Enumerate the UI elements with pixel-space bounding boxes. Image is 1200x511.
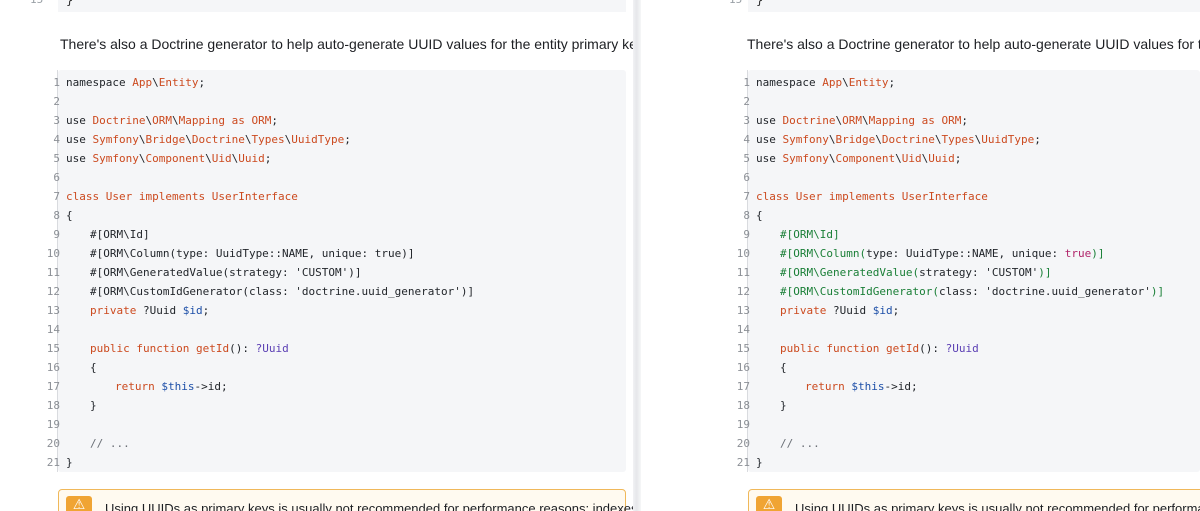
warning-text: Using UUIDs as primary keys is usually n… xyxy=(105,501,633,511)
line-number: 21 xyxy=(736,456,750,469)
line-number: 10 xyxy=(46,247,60,260)
line-number: 9 xyxy=(53,228,60,241)
line-number: 9 xyxy=(743,228,750,241)
line-number: 19 xyxy=(736,418,750,431)
code-line: use Doctrine\ORM\Mapping as ORM; xyxy=(66,114,278,127)
line-number: 16 xyxy=(736,361,750,374)
left-pane: 15 } There's also a Doctrine generator t… xyxy=(0,0,633,511)
code-line: { xyxy=(66,209,73,222)
line-number: 15 xyxy=(46,342,60,355)
line-number: 3 xyxy=(743,114,750,127)
warning-icon: ⚠ xyxy=(756,496,782,511)
code-line: private ?Uuid $id; xyxy=(90,304,210,317)
line-number: 17 xyxy=(736,380,750,393)
warning-text: Using UUIDs as primary keys is usually n… xyxy=(795,501,1200,511)
warning-callout: ⚠ Using UUIDs as primary keys is usually… xyxy=(748,489,1200,511)
code-line: class User implements UserInterface xyxy=(756,190,988,203)
line-number: 21 xyxy=(46,456,60,469)
code-line: #[ORM\CustomIdGenerator(class: 'doctrine… xyxy=(780,285,1165,298)
line-number: 11 xyxy=(736,266,750,279)
code-line: namespace App\Entity; xyxy=(756,76,896,89)
code-comment: // ... xyxy=(90,437,130,450)
line-number: 13 xyxy=(736,304,750,317)
line-number: 6 xyxy=(53,171,60,184)
line-number: 7 xyxy=(743,190,750,203)
line-number: 12 xyxy=(46,285,60,298)
line-number: 4 xyxy=(743,133,750,146)
line-number: 10 xyxy=(736,247,750,260)
code-line: { xyxy=(780,361,787,374)
code-line: class User implements UserInterface xyxy=(66,190,298,203)
previous-code-tail: 15 } xyxy=(641,0,1200,12)
code-line: } xyxy=(780,399,787,412)
line-number: 14 xyxy=(46,323,60,336)
line-number: 16 xyxy=(46,361,60,374)
code-line: #[ORM\GeneratedValue(strategy: 'CUSTOM')… xyxy=(90,266,362,279)
line-number: 3 xyxy=(53,114,60,127)
code-line: } xyxy=(66,0,74,7)
code-line: { xyxy=(756,209,763,222)
line-number: 8 xyxy=(743,209,750,222)
code-line: use Symfony\Bridge\Doctrine\Types\UuidTy… xyxy=(66,133,351,146)
code-line: use Symfony\Component\Uid\Uuid; xyxy=(66,152,272,165)
line-number: 11 xyxy=(46,266,60,279)
line-number: 20 xyxy=(736,437,750,450)
code-line: } xyxy=(756,456,763,469)
code-line: #[ORM\CustomIdGenerator(class: 'doctrine… xyxy=(90,285,475,298)
code-line: namespace App\Entity; xyxy=(66,76,206,89)
intro-paragraph: There's also a Doctrine generator to hel… xyxy=(60,36,633,52)
code-line: use Symfony\Component\Uid\Uuid; xyxy=(756,152,962,165)
right-pane: 15 } There's also a Doctrine generator t… xyxy=(641,0,1200,511)
warning-callout: ⚠ Using UUIDs as primary keys is usually… xyxy=(58,489,633,511)
line-number: 6 xyxy=(743,171,750,184)
line-number: 12 xyxy=(736,285,750,298)
code-line: public function getId(): ?Uuid xyxy=(780,342,979,355)
code-line: return $this->id; xyxy=(115,380,228,393)
line-number: 14 xyxy=(736,323,750,336)
line-number: 18 xyxy=(736,399,750,412)
line-number: 18 xyxy=(46,399,60,412)
code-line: use Doctrine\ORM\Mapping as ORM; xyxy=(756,114,968,127)
code-line: private ?Uuid $id; xyxy=(780,304,900,317)
code-line: return $this->id; xyxy=(805,380,918,393)
warning-icon: ⚠ xyxy=(66,496,92,511)
line-number: 4 xyxy=(53,133,60,146)
code-line: } xyxy=(66,456,73,469)
line-number: 1 xyxy=(743,76,750,89)
line-number: 5 xyxy=(53,152,60,165)
line-number: 19 xyxy=(46,418,60,431)
line-number: 5 xyxy=(743,152,750,165)
line-number: 20 xyxy=(46,437,60,450)
code-line: use Symfony\Bridge\Doctrine\Types\UuidTy… xyxy=(756,133,1041,146)
code-line: #[ORM\Column(type: UuidType::NAME, uniqu… xyxy=(90,247,415,260)
code-line: #[ORM\Id] xyxy=(780,228,840,241)
line-number: 1 xyxy=(53,76,60,89)
code-line: #[ORM\Id] xyxy=(90,228,150,241)
code-line: #[ORM\Column(type: UuidType::NAME, uniqu… xyxy=(780,247,1105,260)
line-number: 2 xyxy=(53,95,60,108)
line-number: 8 xyxy=(53,209,60,222)
line-number: 2 xyxy=(743,95,750,108)
line-number: 15 xyxy=(729,0,742,6)
line-number: 17 xyxy=(46,380,60,393)
code-line: } xyxy=(756,0,764,7)
code-line: { xyxy=(90,361,97,374)
code-line: public function getId(): ?Uuid xyxy=(90,342,289,355)
previous-code-tail: 15 } xyxy=(0,0,633,12)
code-comment: // ... xyxy=(780,437,820,450)
code-line: } xyxy=(90,399,97,412)
pane-divider[interactable] xyxy=(633,0,641,511)
line-number: 15 xyxy=(736,342,750,355)
line-number: 7 xyxy=(53,190,60,203)
intro-paragraph: There's also a Doctrine generator to hel… xyxy=(747,36,1200,52)
line-number: 13 xyxy=(46,304,60,317)
line-number: 15 xyxy=(30,0,43,6)
code-line: #[ORM\GeneratedValue(strategy: 'CUSTOM')… xyxy=(780,266,1052,279)
